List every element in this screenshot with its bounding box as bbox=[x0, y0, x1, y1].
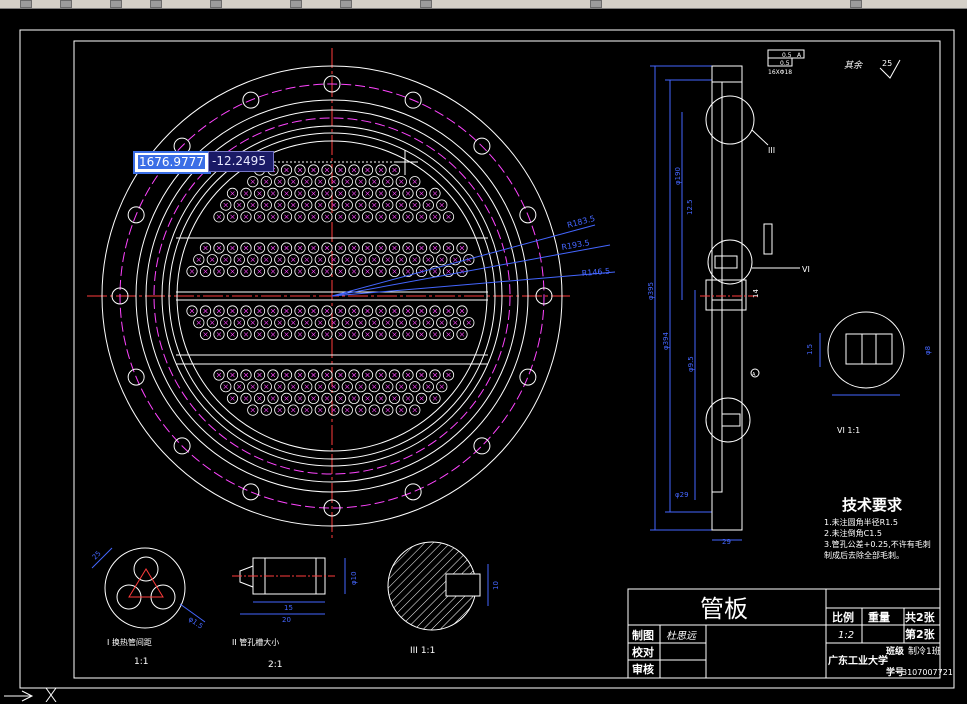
section-flange-step bbox=[711, 65, 743, 83]
toolbar-icon[interactable] bbox=[110, 0, 122, 8]
dimension-leader bbox=[331, 244, 611, 297]
toolbar-icon[interactable] bbox=[850, 0, 862, 8]
drawn-label: 制图 bbox=[632, 628, 654, 642]
tech-line-1: 1.未注圆角半径R1.5 bbox=[824, 517, 898, 527]
dimension-text: 20 bbox=[282, 616, 291, 624]
roughness-value: 25 bbox=[882, 59, 892, 68]
detail-vi-caption: VI 1:1 bbox=[837, 426, 860, 435]
class-value: 制冷1班 bbox=[908, 645, 941, 657]
toolbar-icon[interactable] bbox=[420, 0, 432, 8]
pitch-triangle bbox=[128, 568, 164, 598]
bolt-hole bbox=[242, 483, 260, 501]
dimension-text: 1.5 bbox=[806, 344, 814, 355]
detail-III-caption: III 1:1 bbox=[410, 646, 435, 656]
leader-line bbox=[751, 129, 769, 146]
toolbar-icon[interactable] bbox=[290, 0, 302, 8]
total-sheets: 共2张 bbox=[905, 610, 936, 624]
dimension-text: φ10 bbox=[350, 571, 358, 585]
bolt-hole bbox=[473, 437, 491, 455]
check-label: 校对 bbox=[632, 645, 654, 659]
coordinate-y-value: -12.2495 bbox=[212, 154, 266, 168]
detail-vi-circle bbox=[827, 311, 905, 389]
toolbar-icon[interactable] bbox=[60, 0, 72, 8]
school-name: 广东工业大学 bbox=[828, 654, 888, 667]
tolerance-value: 0.5 bbox=[782, 52, 792, 59]
section-tube-zone bbox=[711, 81, 723, 493]
dimension-text: φ9.5 bbox=[687, 356, 695, 372]
drawing-canvas[interactable]: R183.5 R193.5 R146.5 φ190 12.5 φ394 φ395… bbox=[0, 8, 967, 704]
detail-label-VI: VI bbox=[802, 265, 810, 274]
dimension-text: φ1.5 bbox=[187, 615, 204, 631]
groove-detail bbox=[721, 413, 741, 427]
sheet-number: 第2张 bbox=[905, 627, 936, 641]
detail-II-view: 15 20 φ10 II 管孔槽大小 2:1 bbox=[232, 557, 358, 670]
detail-vi-groove bbox=[845, 333, 893, 365]
ucs-icon bbox=[4, 687, 57, 702]
detail-III-groove bbox=[445, 573, 481, 597]
scale-label: 比例 bbox=[832, 610, 854, 624]
detail-label-III: III bbox=[768, 146, 775, 155]
tech-title: 技术要求 bbox=[842, 496, 903, 514]
technical-requirements: 技术要求 1.未注圆角半径R1.5 2.未注倒角C1.5 3.管孔公差+0.25… bbox=[824, 496, 931, 560]
tech-line-4: 制成后去除全部毛刺。 bbox=[824, 550, 904, 560]
toolbar-icon[interactable] bbox=[590, 0, 602, 8]
detail-circle-III bbox=[705, 95, 755, 145]
datum-label: A bbox=[752, 372, 756, 378]
dimension-leader bbox=[331, 224, 596, 297]
dimension-text: 12.5 bbox=[686, 199, 694, 215]
hole-note: 16XΦ18 bbox=[768, 69, 792, 76]
scale-value: 1:2 bbox=[838, 630, 854, 641]
title-block: 管板 比例 重量 共2张 1:2 第2张 制图 杜思远 校对 审核 广东工业大学… bbox=[627, 588, 953, 679]
bolt-hole bbox=[404, 483, 422, 501]
detail-I-circle bbox=[104, 547, 186, 629]
class-label: 班级 bbox=[886, 645, 905, 657]
tube-hole-pattern bbox=[186, 164, 475, 416]
review-label: 审核 bbox=[632, 662, 654, 676]
detail-I-caption: I 换热管间距 bbox=[107, 637, 152, 647]
dimension-text: φ8 bbox=[924, 346, 932, 355]
toolbar-icon[interactable] bbox=[20, 0, 32, 8]
dimension-text-r146: R146.5 bbox=[581, 267, 610, 278]
section-plate bbox=[711, 65, 743, 531]
detail-III-view: 10 III 1:1 bbox=[387, 541, 500, 656]
front-view: R183.5 R193.5 R146.5 bbox=[87, 48, 616, 538]
detail-circle-A bbox=[705, 397, 751, 443]
toolbar-icon[interactable] bbox=[150, 0, 162, 8]
groove-detail bbox=[714, 255, 738, 269]
dimension-text: φ394 bbox=[662, 331, 670, 350]
detail-I-view: 25 φ1.5 I 换热管间距 1:1 bbox=[91, 547, 206, 667]
dimension-text: 14 bbox=[752, 289, 760, 298]
dimension-text: φ29 bbox=[675, 491, 689, 499]
dimension-text: 10 bbox=[492, 581, 500, 590]
coordinate-x-input[interactable]: 1676.9777 bbox=[133, 151, 211, 174]
dimension-text: φ190 bbox=[674, 167, 682, 185]
detail-II-caption: II 管孔槽大小 bbox=[232, 637, 279, 647]
section-view: φ190 12.5 φ394 φ395 φ9.5 φ29 III VI A 14… bbox=[647, 49, 901, 546]
dimension-text: 15 bbox=[284, 604, 293, 612]
dimension-text-r183: R183.5 bbox=[566, 214, 596, 230]
dimension-text: 29 bbox=[722, 538, 731, 546]
tech-line-2: 2.未注倒角C1.5 bbox=[824, 528, 882, 538]
dimension-text: φ395 bbox=[647, 282, 655, 300]
drawing-name: 管板 bbox=[700, 595, 748, 623]
bolt-hole bbox=[519, 368, 537, 386]
toolbar-icon[interactable] bbox=[340, 0, 352, 8]
coordinate-y-input[interactable]: -12.2495 bbox=[208, 151, 274, 172]
tolerance-frame bbox=[763, 223, 773, 255]
roughness-note: 其余 bbox=[844, 60, 863, 71]
tolerance-value: 0.5 bbox=[780, 60, 790, 67]
tech-line-3: 3.管孔公差+0.25,不许有毛刺 bbox=[824, 539, 931, 549]
weight-label: 重量 bbox=[868, 610, 890, 624]
detail-vi-view: 1.5 φ8 VI 1:1 bbox=[806, 311, 932, 435]
detail-II-scale: 2:1 bbox=[268, 660, 282, 670]
detail-I-scale: 1:1 bbox=[134, 657, 148, 667]
coordinate-x-value: 1676.9777 bbox=[138, 155, 205, 169]
drawn-by: 杜思远 bbox=[666, 630, 697, 642]
id-value: 3107007721 bbox=[902, 668, 953, 677]
toolbar-icon[interactable] bbox=[210, 0, 222, 8]
